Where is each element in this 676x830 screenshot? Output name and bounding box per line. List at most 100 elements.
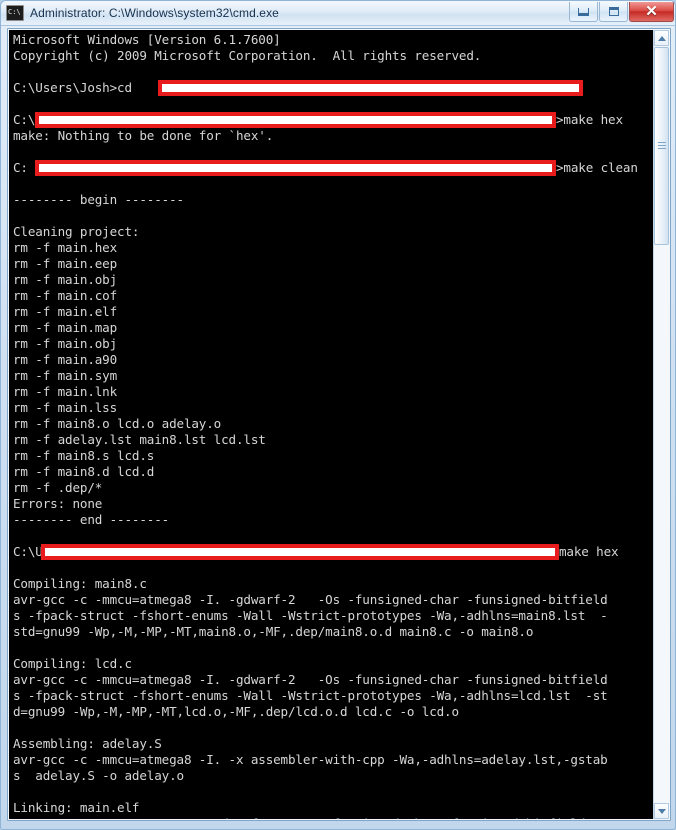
console-client-area: Microsoft Windows [Version 6.1.7600] Copy… (7, 28, 671, 821)
console-line: rm -f main.map (13, 320, 654, 336)
console-line: rm -f main.eep (13, 256, 654, 272)
console-line-text: rm -f main8.s lcd.s (13, 448, 155, 463)
console-line: C:\Users\Josh>cd (13, 80, 654, 96)
cmd-console-icon (6, 5, 24, 21)
console-line: rm -f main.sym (13, 368, 654, 384)
console-line-text: -------- begin -------- (13, 192, 184, 207)
console-line: rm -f main8.s lcd.s (13, 448, 654, 464)
console-line-tail: >make hex (556, 112, 623, 127)
console-line-text: Errors: none (13, 496, 103, 511)
console-line: Microsoft Windows [Version 6.1.7600] (13, 32, 654, 48)
console-line: rm -f main.lnk (13, 384, 654, 400)
console-line: C:\U make hex (13, 544, 654, 560)
redaction-bar (158, 80, 583, 96)
console-line-text: rm -f main.sym (13, 368, 118, 383)
console-line-text: avr-gcc -c -mmcu=atmega8 -I. -x assemble… (13, 752, 608, 767)
chevron-down-icon (657, 808, 666, 814)
console-line-text: Compiling: lcd.c (13, 656, 132, 671)
console-line-text: -------- end -------- (13, 512, 170, 527)
console-line: Copyright (c) 2009 Microsoft Corporation… (13, 48, 654, 64)
console-line: rm -f main8.d lcd.d (13, 464, 654, 480)
console-line: Cleaning project: (13, 224, 654, 240)
console-line-text: rm -f .dep/* (13, 480, 103, 495)
console-line: avr-gcc -c -mmcu=atmega8 -I. -gdwarf-2 -… (13, 672, 654, 688)
console-line-text: avr-gcc -mmcu=atmega8 -I. -gdwarf-2 -Os … (13, 816, 608, 819)
console-line-text: std=gnu99 -Wp,-M,-MP,-MT,main8.o,-MF,.de… (13, 624, 534, 639)
console-line: rm -f main.cof (13, 288, 654, 304)
console-line-text: rm -f main.lss (13, 400, 118, 415)
scrollbar-track[interactable] (654, 245, 669, 803)
console-line: avr-gcc -c -mmcu=atmega8 -I. -gdwarf-2 -… (13, 592, 654, 608)
minimize-button[interactable] (569, 2, 598, 22)
console-line: d=gnu99 -Wp,-M,-MP,-MT,lcd.o,-MF,.dep/lc… (13, 704, 654, 720)
console-line-text: d=gnu99 -Wp,-M,-MP,-MT,lcd.o,-MF,.dep/lc… (13, 704, 459, 719)
console-line-text: Assembling: adelay.S (13, 736, 162, 751)
console-line-text: avr-gcc -c -mmcu=atmega8 -I. -gdwarf-2 -… (13, 592, 608, 607)
console-line: rm -f main.lss (13, 400, 654, 416)
console-line-text: make: Nothing to be done for `hex'. (13, 128, 274, 143)
window-title: Administrator: C:\Windows\system32\cmd.e… (30, 6, 279, 20)
console-text: Microsoft Windows [Version 6.1.7600] Copy… (9, 30, 654, 819)
redaction-bar (35, 112, 556, 128)
console-line-text: rm -f main.elf (13, 304, 118, 319)
console-line: rm -f main.elf (13, 304, 654, 320)
console-line-tail: make hex (559, 544, 619, 559)
console-line: rm -f .dep/* (13, 480, 654, 496)
console-line: std=gnu99 -Wp,-M,-MP,-MT,main8.o,-MF,.de… (13, 624, 654, 640)
console-line-text: rm -f main8.d lcd.d (13, 464, 155, 479)
console-line: avr-gcc -mmcu=atmega8 -I. -gdwarf-2 -Os … (13, 816, 654, 819)
console-line-text: C: (13, 160, 28, 175)
scrollbar-thumb[interactable] (654, 47, 669, 245)
scroll-up-button[interactable] (654, 30, 669, 46)
console-line: Compiling: lcd.c (13, 656, 654, 672)
chevron-up-icon (657, 35, 666, 41)
console-output-surface[interactable]: Microsoft Windows [Version 6.1.7600] Copy… (9, 30, 654, 819)
console-line: Compiling: main8.c (13, 576, 654, 592)
console-line-text: rm -f main.obj (13, 272, 118, 287)
console-line: avr-gcc -c -mmcu=atmega8 -I. -x assemble… (13, 752, 654, 768)
console-line: rm -f adelay.lst main8.lst lcd.lst (13, 432, 654, 448)
vertical-scrollbar[interactable] (653, 30, 669, 819)
cmd-window: Administrator: C:\Windows\system32\cmd.e… (0, 0, 676, 830)
console-line-text: rm -f main.a90 (13, 352, 118, 367)
console-line-text: rm -f main8.o lcd.o adelay.o (13, 416, 222, 431)
console-line: rm -f main8.o lcd.o adelay.o (13, 416, 654, 432)
redaction-bar (41, 544, 559, 560)
console-line-text: rm -f main.eep (13, 256, 118, 271)
maximize-button[interactable] (599, 2, 628, 22)
console-line: -------- begin -------- (13, 192, 654, 208)
console-line-text: C:\ (13, 112, 36, 127)
console-line: Errors: none (13, 496, 654, 512)
close-button[interactable]: ✕ (629, 2, 674, 22)
console-line-text: C:\U (13, 544, 43, 559)
console-line-text: C:\Users\Josh>cd (13, 80, 140, 95)
console-line-text: Linking: main.elf (13, 800, 140, 815)
console-line: rm -f main.hex (13, 240, 654, 256)
console-line-text: s -fpack-struct -fshort-enums -Wall -Wst… (13, 688, 608, 703)
console-line: C:\ >make hex (13, 112, 654, 128)
console-line: Assembling: adelay.S (13, 736, 654, 752)
console-line-text: rm -f main.lnk (13, 384, 118, 399)
console-line: rm -f main.a90 (13, 352, 654, 368)
maximize-icon (608, 7, 619, 16)
console-line: -------- end -------- (13, 512, 654, 528)
console-line-text: rm -f main.map (13, 320, 118, 335)
window-controls: ✕ (568, 2, 674, 22)
title-bar[interactable]: Administrator: C:\Windows\system32\cmd.e… (1, 1, 675, 26)
console-line-text: rm -f main.cof (13, 288, 118, 303)
scroll-down-button[interactable] (654, 803, 669, 819)
console-line-text: rm -f main.hex (13, 240, 118, 255)
console-line-text: rm -f main.obj (13, 336, 118, 351)
close-icon: ✕ (645, 3, 658, 20)
console-line-text: avr-gcc -c -mmcu=atmega8 -I. -gdwarf-2 -… (13, 672, 608, 687)
console-line: Linking: main.elf (13, 800, 654, 816)
